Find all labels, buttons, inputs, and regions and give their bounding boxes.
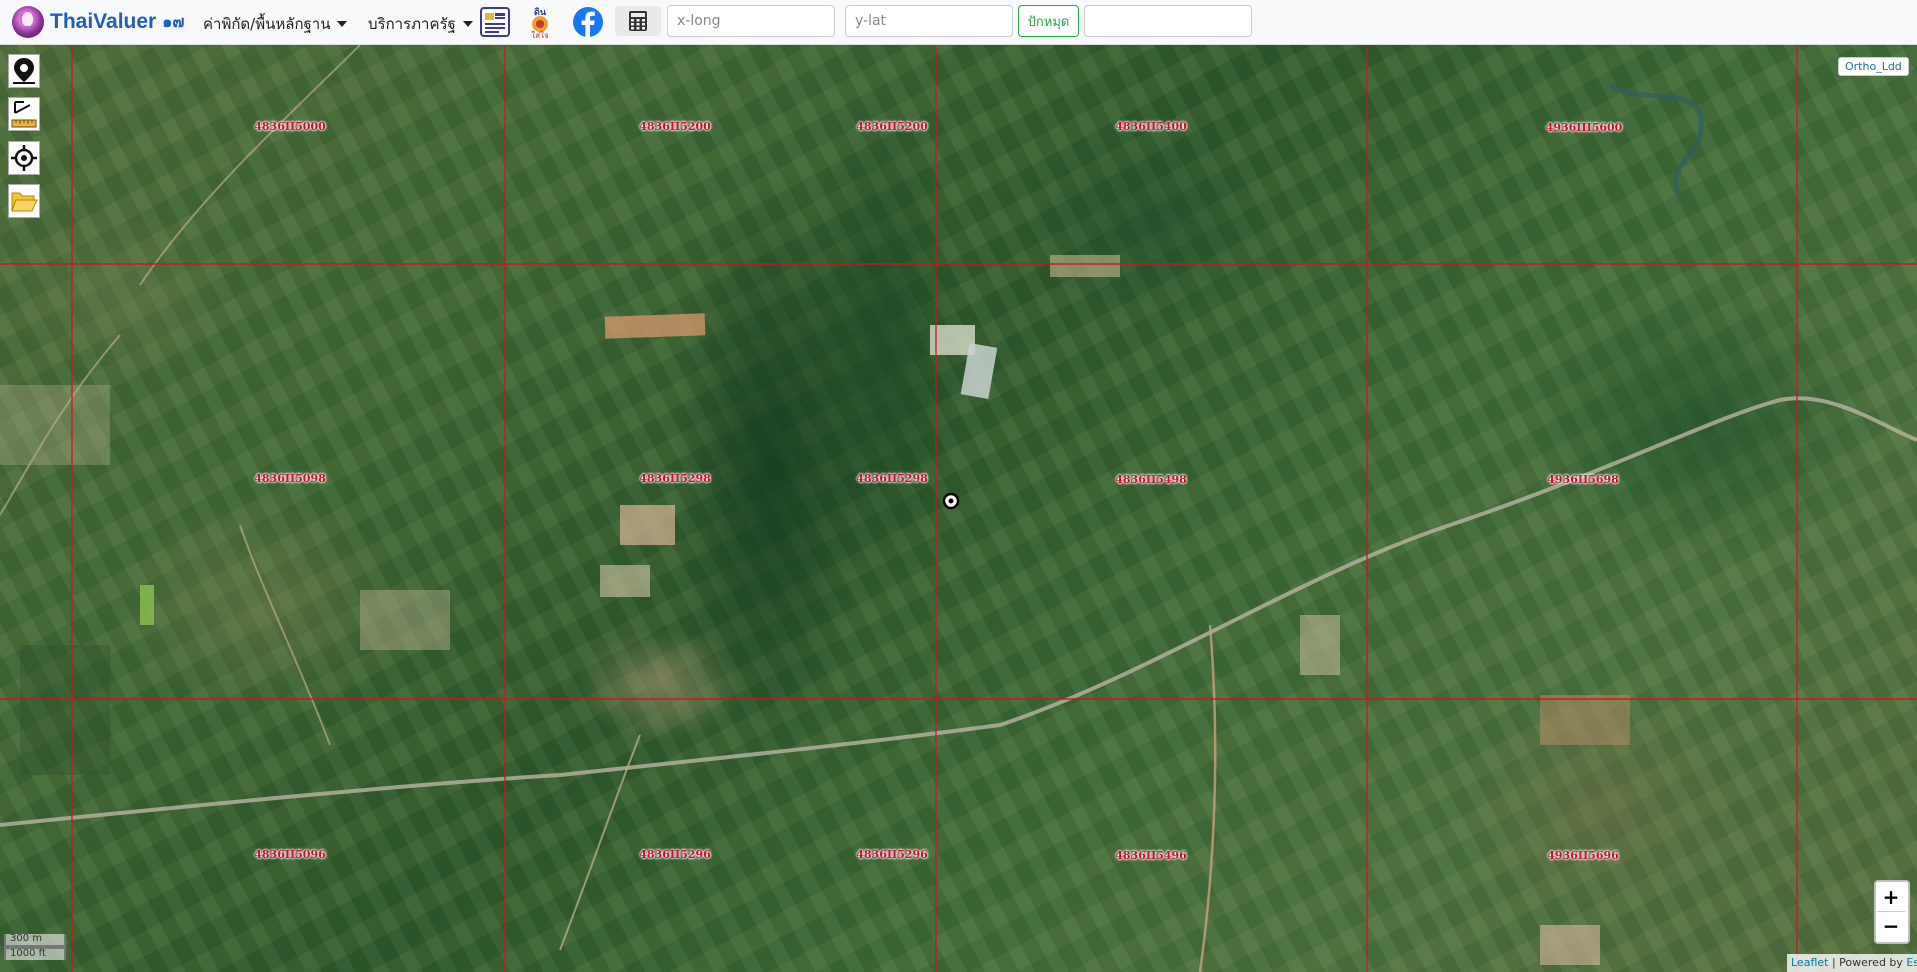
chevron-down-icon xyxy=(462,21,473,27)
map-attribution: Leaflet | Powered by Esri xyxy=(1787,954,1917,972)
brand-logo-icon xyxy=(12,6,44,38)
brand-link[interactable]: ThaiValuer ๑๗ xyxy=(12,6,184,38)
grid-label: 4836II5400 xyxy=(1115,120,1187,133)
top-navbar: ThaiValuer ๑๗ ค่าพิกัด/พื้นหลักฐาน บริกา… xyxy=(0,0,1917,45)
ruler-icon xyxy=(11,101,37,128)
land-value-promo-icon[interactable]: ดิน ใส่ใจ xyxy=(524,4,556,40)
land-info-icon[interactable] xyxy=(480,7,510,37)
grid-label: 4836II5296 xyxy=(639,848,711,861)
menu-services-label: บริการภาครัฐ xyxy=(368,15,456,33)
layer-name-badge[interactable]: Ortho_Ldd xyxy=(1838,57,1909,76)
menu-coordinates-dropdown[interactable]: ค่าพิกัด/พื้นหลักฐาน xyxy=(203,12,348,36)
map-pin-icon xyxy=(13,58,35,84)
locate-pin-button[interactable] xyxy=(8,54,40,88)
grid-label: 4836II5200 xyxy=(639,120,711,133)
field-patch xyxy=(0,385,110,465)
field-patch xyxy=(604,313,706,339)
grid-label: 4936II5696 xyxy=(1547,849,1619,862)
local-road xyxy=(239,524,331,746)
field-patch xyxy=(600,565,650,597)
grid-label: 4936II5698 xyxy=(1547,473,1619,486)
field-patch xyxy=(1300,615,1340,675)
brand-title: ThaiValuer xyxy=(50,10,157,33)
calculator-icon xyxy=(629,11,647,31)
local-road xyxy=(139,45,361,286)
grid-label: 4836II5098 xyxy=(254,472,326,485)
map-canvas[interactable]: 4836II5000 4836II5200 4836II5200 4836II5… xyxy=(0,45,1917,972)
zoom-out-button[interactable]: − xyxy=(1877,912,1905,940)
chevron-down-icon xyxy=(337,21,348,27)
grid-label: 4836II5000 xyxy=(254,120,326,133)
grid-label: 4836II5296 xyxy=(856,848,928,861)
grid-label: 4836II5498 xyxy=(1115,473,1187,486)
local-road xyxy=(559,734,641,951)
grid-label: 4936III5600 xyxy=(1545,121,1623,134)
attribution-text: | Powered by xyxy=(1831,956,1903,969)
scale-imperial: 1000 ft xyxy=(4,947,66,960)
grid-label: 4836II5298 xyxy=(856,472,928,485)
field-patch xyxy=(930,325,975,355)
grid-lines xyxy=(0,45,1917,972)
menu-services-dropdown[interactable]: บริการภาครัฐ xyxy=(368,12,473,36)
field-patch xyxy=(1540,695,1630,745)
pin-button[interactable]: ปักหมุด xyxy=(1018,5,1079,37)
folder-open-icon xyxy=(11,192,38,212)
y-lat-input[interactable] xyxy=(845,5,1013,37)
open-file-button[interactable] xyxy=(8,184,40,218)
grid-label: 4836II5298 xyxy=(639,472,711,485)
facebook-icon[interactable] xyxy=(572,6,604,38)
local-road xyxy=(1198,624,1217,972)
map-overlay xyxy=(0,45,1917,972)
field-patch xyxy=(360,590,450,650)
menu-coordinates-label: ค่าพิกัด/พื้นหลักฐาน xyxy=(203,15,331,33)
calculator-button[interactable] xyxy=(615,6,661,36)
leaflet-link[interactable]: Leaflet xyxy=(1791,956,1828,969)
x-long-input[interactable] xyxy=(667,5,835,37)
highway-road xyxy=(0,396,1917,827)
center-location-button[interactable] xyxy=(8,141,40,175)
grid-label: 4836II5096 xyxy=(254,848,326,861)
measure-tool-button[interactable] xyxy=(8,97,40,131)
zoom-control: + − xyxy=(1874,880,1910,944)
grid-label: 4836II5496 xyxy=(1115,849,1187,862)
svg-text:ใส่ใจ: ใส่ใจ xyxy=(531,31,549,40)
field-patch xyxy=(1050,255,1120,277)
esri-link[interactable]: Esri xyxy=(1906,956,1917,969)
crosshair-icon xyxy=(11,145,37,171)
field-patch xyxy=(20,645,110,775)
river xyxy=(1608,82,1704,197)
zoom-in-button[interactable]: + xyxy=(1877,883,1905,912)
field-patch xyxy=(620,505,675,545)
extra-input[interactable] xyxy=(1084,5,1252,37)
grid-label: 4836II5200 xyxy=(856,120,928,133)
field-patch xyxy=(140,585,154,625)
field-patch xyxy=(1540,925,1600,965)
scale-metric: 300 m xyxy=(4,934,66,947)
brand-suffix: ๑๗ xyxy=(162,11,185,31)
